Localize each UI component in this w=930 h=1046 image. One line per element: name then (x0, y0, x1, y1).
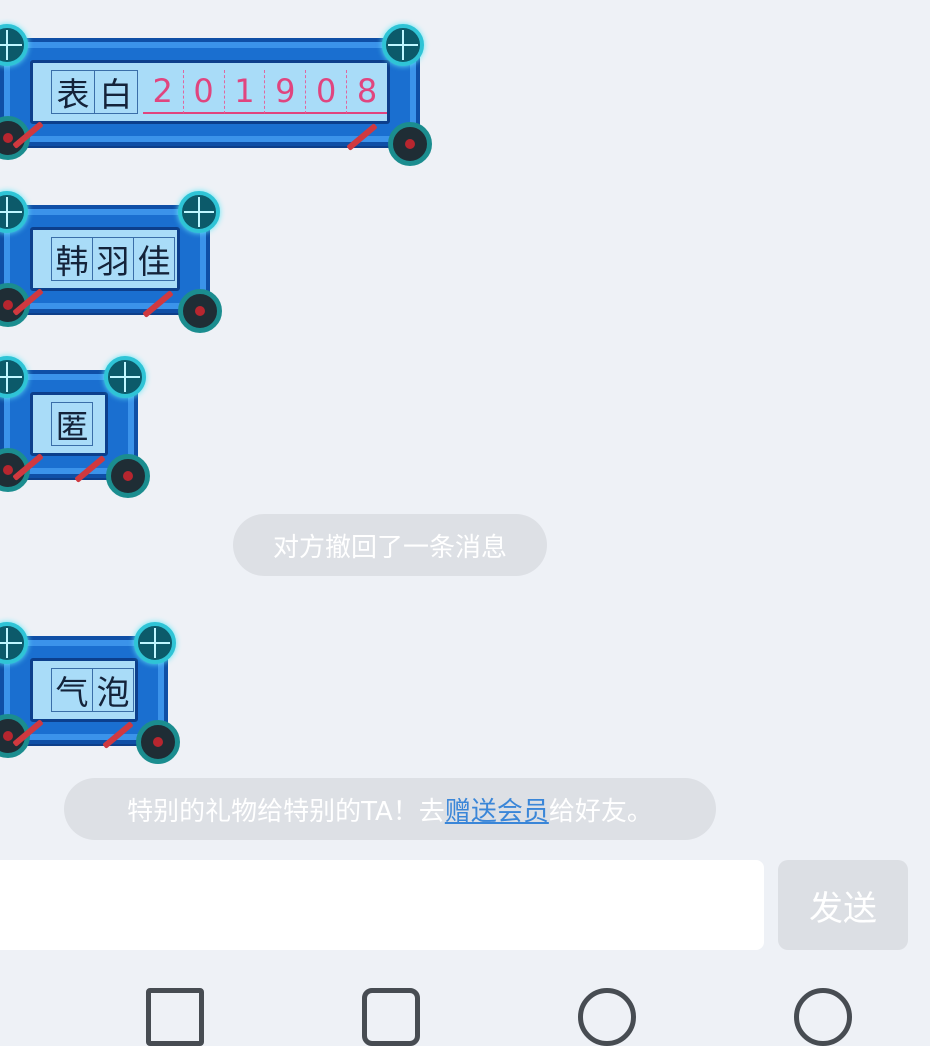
message-input[interactable] (0, 860, 764, 950)
recall-notice: 对方撤回了一条消息 (233, 514, 547, 576)
more-icon[interactable] (794, 988, 852, 1046)
stripe-decoration (74, 455, 106, 483)
send-button[interactable]: 发送 (778, 860, 908, 950)
handwriting-cell: 1 (224, 70, 266, 114)
emoji-icon[interactable] (578, 988, 636, 1046)
gift-membership-link[interactable]: 赠送会员 (445, 791, 549, 828)
message-text-frame: 韩 羽 佳 (30, 227, 180, 291)
char-cell: 佳 (133, 237, 175, 281)
message-bubble-3[interactable]: 匿 (0, 356, 150, 498)
message-text-frame: 气 泡 (30, 658, 138, 722)
crosshair-icon (0, 191, 28, 233)
promo-text-prefix: 特别的礼物给特别的TA！去 (127, 796, 445, 827)
message-bubble-1[interactable]: 表 白 2 0 1 9 0 8 (0, 24, 432, 166)
wheel-icon (106, 454, 150, 498)
crosshair-icon (178, 191, 220, 233)
char-cell: 匿 (51, 402, 93, 446)
message-text-frame: 匿 (30, 392, 108, 456)
handwriting-cell: 8 (347, 70, 387, 114)
wheel-icon (178, 289, 222, 333)
handwriting-cell: 2 (142, 70, 184, 114)
wheel-icon (388, 122, 432, 166)
send-button-label: 发送 (809, 888, 877, 929)
char-cell: 气 (51, 668, 93, 712)
promo-notice: 特别的礼物给特别的TA！去 赠送会员 给好友。 (64, 778, 716, 840)
crosshair-icon (104, 356, 146, 398)
image-icon[interactable] (146, 988, 204, 1046)
stripe-decoration (142, 290, 174, 318)
handwriting-cell: 0 (183, 70, 225, 114)
handwriting-cell: 0 (306, 70, 348, 114)
message-text-frame: 表 白 2 0 1 9 0 8 (30, 60, 390, 124)
char-cell: 泡 (92, 668, 134, 712)
recall-notice-text: 对方撤回了一条消息 (272, 532, 507, 563)
crosshair-icon (0, 622, 28, 664)
wheel-icon (136, 720, 180, 764)
crosshair-icon (382, 24, 424, 66)
crosshair-icon (134, 622, 176, 664)
promo-text-suffix: 给好友。 (548, 796, 653, 827)
stripe-decoration (346, 123, 378, 151)
crosshair-icon (0, 24, 28, 66)
char-cell: 表 (51, 70, 95, 114)
message-bubble-2[interactable]: 韩 羽 佳 (0, 191, 222, 333)
message-bubble-4[interactable]: 气 泡 (0, 622, 180, 764)
char-cell: 韩 (51, 237, 93, 281)
char-cell: 白 (93, 70, 138, 114)
handwriting-cell: 9 (265, 70, 307, 114)
camera-icon[interactable] (362, 988, 420, 1046)
stripe-decoration (102, 721, 134, 749)
char-cell: 羽 (92, 237, 134, 281)
crosshair-icon (0, 356, 28, 398)
